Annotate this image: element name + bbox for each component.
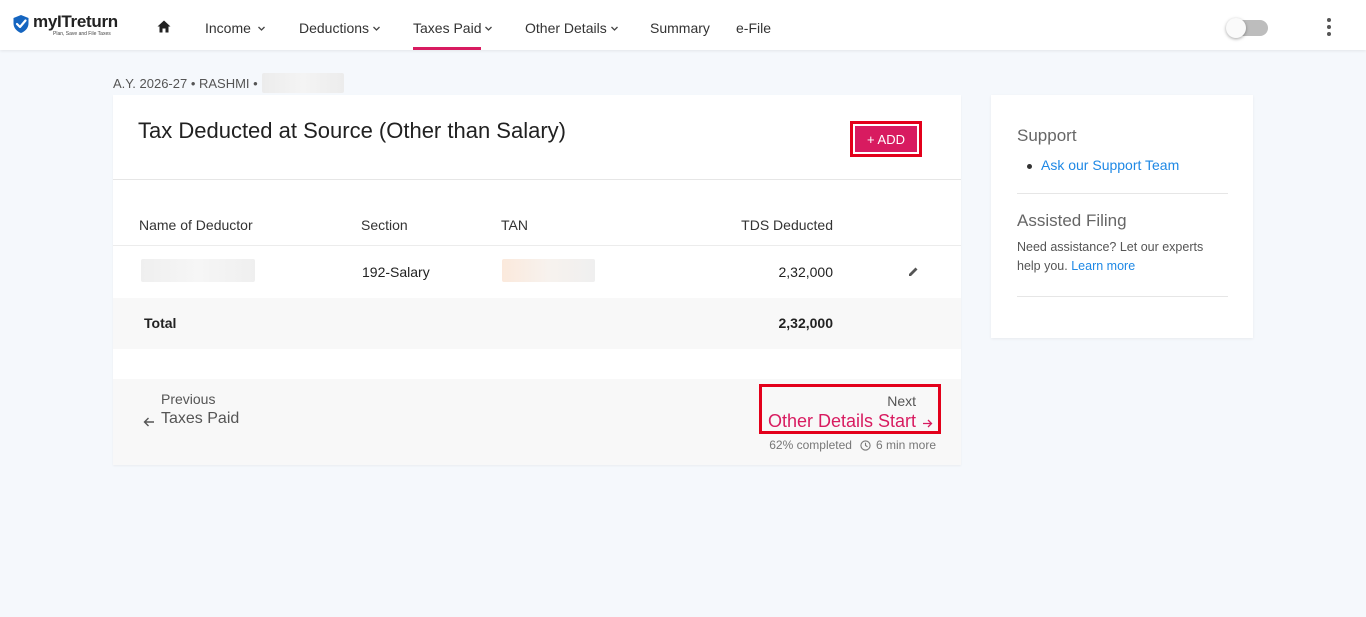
row-tds: 2,32,000 [778, 264, 834, 280]
brand-logo[interactable]: myITreturn Plan, Save and File Taxes [12, 13, 118, 37]
add-button[interactable]: + ADD [850, 121, 922, 157]
top-navbar: myITreturn Plan, Save and File Taxes Inc… [0, 0, 1366, 50]
progress-status: 62% completed 6 min more [769, 438, 936, 452]
row-separator [113, 245, 961, 246]
divider [1017, 193, 1228, 194]
assisted-title: Assisted Filing [1017, 211, 1127, 230]
col-header-name: Name of Deductor [139, 217, 253, 233]
breadcrumb: A.Y. 2026-27 • RASHMI • [113, 73, 344, 93]
toggle-knob [1226, 18, 1246, 38]
nav-efile[interactable]: e-File [736, 20, 771, 36]
more-options-icon[interactable] [1326, 18, 1332, 36]
nav-other-details-label: Other Details [525, 20, 607, 36]
arrow-right-icon [923, 419, 933, 428]
tds-card: Tax Deducted at Source (Other than Salar… [113, 95, 961, 465]
nav-summary-label: Summary [650, 20, 710, 36]
edit-icon[interactable] [908, 266, 919, 277]
next-step-link[interactable]: Next Other Details Start [759, 384, 941, 434]
step-footer: Previous Taxes Paid Next Other Details S… [113, 379, 961, 465]
shield-check-icon [13, 15, 29, 33]
brand-name: myITreturn [33, 12, 118, 31]
nav-efile-label: e-File [736, 20, 772, 36]
clock-icon [860, 439, 871, 451]
kebab-dot [1327, 18, 1331, 22]
page-title: Tax Deducted at Source (Other than Salar… [138, 118, 566, 143]
divider [113, 179, 961, 180]
nav-deductions[interactable]: Deductions [299, 20, 381, 36]
side-panel: Support Ask our Support Team Assisted Fi… [991, 95, 1253, 338]
nav-deductions-label: Deductions [299, 20, 370, 36]
col-header-section: Section [361, 217, 408, 233]
home-icon[interactable] [157, 20, 171, 33]
redacted-tan [502, 259, 595, 282]
brand-tagline: Plan, Save and File Taxes [53, 31, 111, 37]
kebab-dot [1327, 25, 1331, 29]
arrow-left-icon [143, 417, 154, 427]
next-link-text: Other Details Start [768, 411, 917, 431]
redacted-deductor-name [141, 259, 255, 282]
chevron-down-icon [257, 26, 265, 31]
assisted-text: Need assistance? Let our experts help yo… [1017, 238, 1227, 276]
nav-other-details[interactable]: Other Details [525, 20, 619, 36]
total-value: 2,32,000 [778, 315, 834, 331]
support-title: Support [1017, 126, 1077, 145]
nav-taxes-paid-label: Taxes Paid [413, 20, 482, 36]
learn-more-link[interactable]: Learn more [1071, 259, 1135, 273]
col-header-tds: TDS Deducted [741, 217, 833, 233]
nav-summary[interactable]: Summary [650, 20, 710, 36]
total-row: Total 2,32,000 [113, 298, 961, 349]
total-label: Total [144, 315, 177, 331]
time-remaining: 6 min more [875, 438, 936, 452]
theme-toggle[interactable] [1226, 18, 1268, 38]
previous-label: Previous [161, 391, 216, 407]
row-section: 192-Salary [362, 264, 430, 280]
next-label: Next [887, 393, 916, 409]
support-link-text: Ask our Support Team [1041, 157, 1180, 173]
nav-active-indicator [413, 47, 481, 50]
breadcrumb-text: A.Y. 2026-27 • RASHMI • [113, 75, 258, 91]
chevron-down-icon [373, 26, 381, 31]
progress-percent: 62% completed [769, 438, 852, 452]
bullet [1027, 164, 1032, 169]
support-link[interactable]: Ask our Support Team [1027, 157, 1180, 173]
nav-income-label: Income [205, 20, 251, 36]
previous-link-text: Taxes Paid [161, 410, 240, 427]
divider [1017, 296, 1228, 297]
chevron-down-icon [610, 26, 618, 31]
col-header-tan: TAN [501, 217, 528, 233]
chevron-down-icon [485, 26, 493, 31]
nav-income[interactable]: Income [205, 20, 266, 36]
add-button-label: + ADD [855, 126, 917, 152]
redacted-pan [261, 73, 344, 93]
kebab-dot [1327, 32, 1331, 36]
nav-taxes-paid[interactable]: Taxes Paid [413, 20, 493, 36]
